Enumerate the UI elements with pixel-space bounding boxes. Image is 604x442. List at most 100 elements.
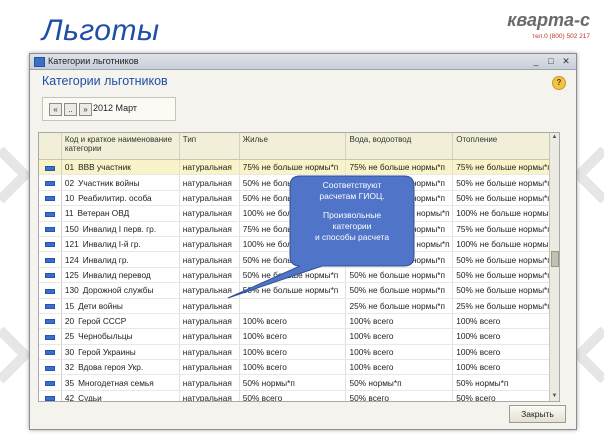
category-code: 121: [64, 239, 79, 250]
row-type-icon: [44, 180, 55, 186]
cell-water: 100% всего: [345, 344, 454, 361]
cell-category: 42 Судьи: [61, 390, 180, 401]
cell-type: натуральная: [179, 251, 240, 268]
window-app-icon: [34, 57, 45, 67]
category-code: 25: [64, 331, 75, 342]
row-type-icon: [44, 257, 55, 263]
category-name: ВВВ участник: [78, 162, 131, 173]
category-name: Участник войны: [78, 177, 140, 188]
category-name: Инвалид I перв. гр.: [82, 223, 157, 234]
period-next-button[interactable]: »: [79, 103, 92, 116]
cell-category: 20 Герой СССР: [61, 313, 180, 330]
period-prev-button[interactable]: «: [49, 103, 62, 116]
table-row[interactable]: 42 Судьи натуральная 50% всего 50% всего 50% …: [39, 390, 559, 401]
cell-type: натуральная: [179, 221, 240, 237]
table-row[interactable]: 20 Герой СССР натуральная 100% всего 100% вс…: [39, 313, 559, 330]
cell-housing: 100% всего: [239, 313, 347, 330]
callout-line: Соответствуют: [322, 180, 382, 190]
row-marker: [39, 190, 62, 207]
row-marker: [39, 159, 62, 176]
categories-table: Код и краткое наименование категории Тип…: [38, 132, 560, 402]
cell-water: 100% всего: [345, 328, 454, 345]
cell-heating: 75% не больше нормы*п: [452, 159, 559, 176]
row-marker: [39, 251, 62, 268]
cell-type: натуральная: [179, 236, 240, 253]
column-header-code[interactable]: Код и краткое наименование категории: [61, 133, 180, 160]
cell-water: 50% не больше нормы*п: [345, 251, 454, 268]
category-code: 124: [64, 254, 79, 265]
row-type-icon: [44, 304, 55, 310]
category-code: 125: [64, 269, 79, 280]
maximize-button[interactable]: □: [545, 55, 557, 67]
row-marker: [39, 374, 62, 391]
row-marker: [39, 359, 62, 376]
close-button[interactable]: Закрыть: [509, 405, 566, 423]
scroll-down-icon[interactable]: ▼: [550, 392, 559, 401]
column-header-housing[interactable]: Жилье: [239, 133, 347, 160]
window-close-icon[interactable]: ✕: [560, 55, 572, 67]
category-code: 02: [64, 177, 75, 188]
row-marker: [39, 390, 62, 401]
cell-housing: 50% нормы*п: [239, 374, 347, 391]
help-icon[interactable]: ?: [552, 76, 566, 90]
row-marker: [39, 344, 62, 361]
table-row[interactable]: 130 Дорожной службы натуральная 50% не боль…: [39, 282, 559, 299]
column-header-water[interactable]: Вода, водоотвод: [345, 133, 454, 160]
column-header-type[interactable]: Тип: [179, 133, 240, 160]
callout-line: расчетам ГИОЦ.: [319, 191, 385, 201]
window-titlebar[interactable]: Категории льготников _ □ ✕: [30, 54, 576, 70]
cell-type: натуральная: [179, 267, 240, 284]
cell-category: 25 Чернобыльцы: [61, 328, 180, 345]
category-name: Инвалид I-й гр.: [82, 239, 141, 250]
table-row[interactable]: 35 Многодетная семья натуральная 50% нормы*…: [39, 374, 559, 391]
cell-category: 121 Инвалид I-й гр.: [61, 236, 180, 253]
cell-housing: 50% всего: [239, 390, 347, 401]
cell-category: 02 Участник войны: [61, 174, 180, 191]
row-marker: [39, 205, 62, 222]
table-header-row: Код и краткое наименование категории Тип…: [39, 133, 559, 160]
cell-water: 50% всего: [345, 390, 454, 401]
category-code: 15: [64, 300, 75, 311]
cell-category: 11 Ветеран ОВД: [61, 205, 180, 222]
slide-title: Льготы: [42, 14, 160, 47]
cell-housing: [239, 298, 347, 314]
table-row[interactable]: 15 Дети войны натуральная 25% не больше нор…: [39, 298, 559, 314]
cell-housing: 50% не больше нормы*п: [239, 282, 347, 299]
column-header-heating[interactable]: Отопление: [452, 133, 559, 160]
cell-type: натуральная: [179, 390, 240, 401]
table-row[interactable]: 32 Вдова героя Укр. натуральная 100% всего 1…: [39, 359, 559, 376]
cell-heating: 100% всего: [452, 359, 559, 376]
row-type-icon: [44, 165, 55, 171]
minimize-button[interactable]: _: [530, 55, 542, 67]
company-logo: кварта-с тел.0 (800) 502 217: [507, 10, 590, 40]
table-row[interactable]: 25 Чернобыльцы натуральная 100% всего 100% в…: [39, 328, 559, 345]
row-type-icon: [44, 227, 55, 233]
column-header-mark: [39, 133, 62, 160]
row-marker: [39, 267, 62, 284]
cell-category: 125 Инвалид перевод: [61, 267, 180, 284]
cell-category: 150 Инвалид I перв. гр.: [61, 221, 180, 237]
scroll-up-icon[interactable]: ▲: [550, 133, 559, 142]
table-row[interactable]: 124 Инвалид гр. натуральная 50% не больше н…: [39, 251, 559, 268]
table-row[interactable]: 30 Герой Украины натуральная 100% всего 100%…: [39, 344, 559, 361]
callout-text: Соответствуют расчетам ГИОЦ. Произвольны…: [290, 180, 414, 243]
cell-water: 50% не больше нормы*п: [345, 267, 454, 284]
window-title: Категории льготников: [48, 56, 139, 66]
cell-type: натуральная: [179, 359, 240, 376]
row-type-icon: [44, 196, 55, 202]
cell-heating: 100% всего: [452, 328, 559, 345]
table-row[interactable]: 01 ВВВ участник натуральная 75% не больше н…: [39, 159, 559, 176]
cell-category: 30 Герой Украины: [61, 344, 180, 361]
cell-heating: 100% всего: [452, 344, 559, 361]
category-name: Инвалид гр.: [82, 254, 129, 265]
cell-type: натуральная: [179, 282, 240, 299]
cell-housing: 50% не больше нормы*п: [239, 267, 347, 284]
row-type-icon: [44, 211, 55, 217]
table-scrollbar[interactable]: ▲ ▼: [549, 133, 559, 401]
row-marker: [39, 328, 62, 345]
cell-type: натуральная: [179, 344, 240, 361]
table-row[interactable]: 125 Инвалид перевод натуральная 50% не боль…: [39, 267, 559, 284]
cell-heating: 25% не больше нормы*п: [452, 298, 559, 314]
scrollbar-thumb[interactable]: [551, 251, 559, 267]
period-choose-button[interactable]: ..: [64, 103, 77, 116]
